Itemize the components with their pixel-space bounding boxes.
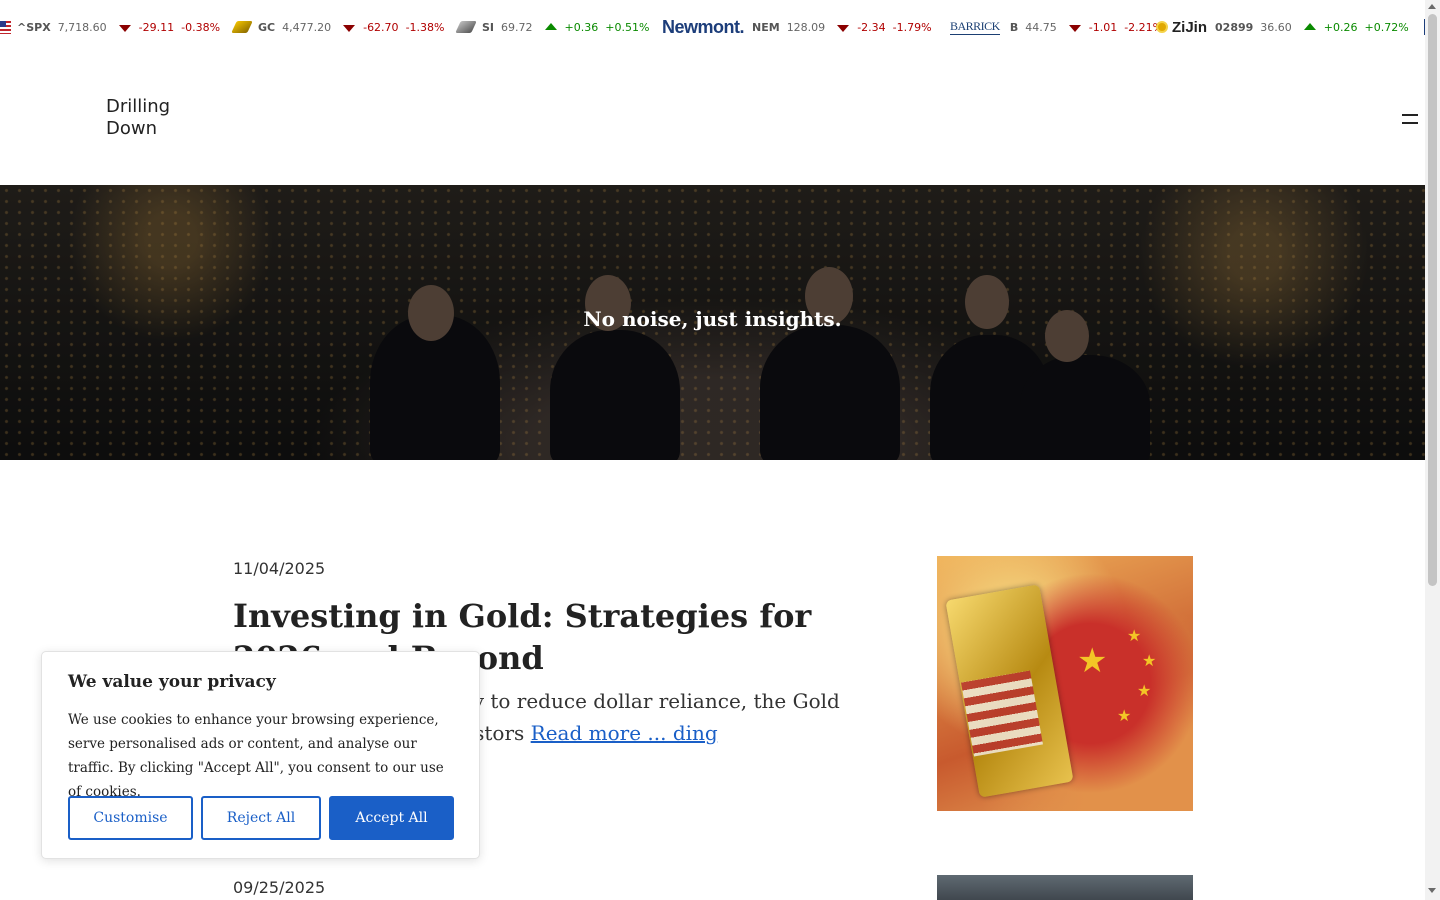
- ticker-percent: +0.51%: [605, 20, 650, 34]
- ticker-price: 69.72: [501, 20, 533, 34]
- up-arrow-icon: [544, 22, 557, 30]
- menu-line: [1402, 122, 1418, 124]
- ticker-percent: -0.38%: [181, 20, 221, 34]
- ticker-percent: +0.72%: [1364, 20, 1409, 34]
- ticker-item-nem[interactable]: Newmont. NEM 128.09 -2.34 -1.79%: [662, 16, 939, 37]
- ticker-change: -29.11: [138, 20, 175, 34]
- ticker-symbol: SI: [482, 20, 495, 34]
- ticker-change: +0.26: [1323, 20, 1358, 34]
- ticker-symbol: GC: [258, 20, 276, 34]
- down-arrow-icon: [837, 25, 850, 32]
- ticker-item-gc[interactable]: GC 4,477.20 -62.70 -1.38%: [231, 18, 451, 36]
- ticker-item-02899[interactable]: ZiJin 02899 36.60 +0.26 +0.72%: [1156, 18, 1416, 36]
- page-scrollbar[interactable]: [1425, 0, 1440, 900]
- ticker-symbol: 02899: [1215, 20, 1254, 34]
- brand-line-1: Drilling: [106, 96, 171, 117]
- ticker-item-si[interactable]: SI 69.72 +0.36 +0.51%: [455, 18, 656, 36]
- ticker-item-b[interactable]: BARRICK B 44.75 -1.01 -2.21%: [950, 18, 1170, 36]
- hero-banner: No noise, just insights.: [0, 185, 1425, 460]
- ticker-price: 36.60: [1260, 20, 1292, 34]
- ticker-percent: -1.38%: [405, 20, 445, 34]
- ticker-price: 128.09: [786, 20, 826, 34]
- up-arrow-icon: [1303, 22, 1316, 30]
- ticker-price: 4,477.20: [282, 20, 332, 34]
- star-icon: ★: [1117, 706, 1132, 725]
- barrick-logo: BARRICK: [950, 19, 1000, 35]
- article-thumbnail[interactable]: ★ ★ ★ ★ ★: [937, 556, 1193, 811]
- zijin-logo-text: ZiJin: [1172, 18, 1208, 36]
- down-arrow-icon: [1068, 25, 1081, 32]
- accept-all-button[interactable]: Accept All: [329, 796, 454, 840]
- star-icon: ★: [1127, 626, 1142, 645]
- down-arrow-icon: [343, 25, 356, 32]
- brand-line-2: Down: [106, 118, 158, 139]
- ticker-change: -62.70: [363, 20, 399, 34]
- article-card: 09/25/2025: [233, 875, 1193, 900]
- cookie-title: We value your privacy: [68, 672, 276, 692]
- ticker-percent: -1.79%: [892, 20, 932, 34]
- ticker-change: -1.01: [1088, 20, 1118, 34]
- stock-ticker: ^SPX 7,718.60 -29.11 -0.38% GC 4,477.20 …: [0, 0, 1425, 54]
- down-arrow-icon: [118, 25, 131, 32]
- customise-button[interactable]: Customise: [68, 796, 193, 840]
- star-icon: ★: [1142, 651, 1157, 670]
- silver-bar-icon: [455, 21, 477, 33]
- zijin-logo: ZiJin: [1156, 19, 1207, 36]
- reject-all-button[interactable]: Reject All: [201, 796, 321, 840]
- ticker-symbol: ^SPX: [17, 20, 51, 34]
- read-more-link[interactable]: Read more ... ding: [531, 721, 718, 745]
- ticker-symbol: NEM: [752, 20, 780, 34]
- hamburger-menu-icon[interactable]: [1402, 110, 1424, 128]
- zijin-dot-icon: [1156, 21, 1168, 33]
- flag-stripes-image: [961, 670, 1043, 757]
- scroll-up-arrow-icon[interactable]: [1428, 4, 1436, 9]
- site-brand[interactable]: Drilling Down: [106, 96, 170, 140]
- ticker-change: +0.36: [564, 20, 599, 34]
- ticker-symbol: B: [1009, 20, 1019, 34]
- cookie-text: We use cookies to enhance your browsing …: [68, 712, 444, 800]
- hero-tagline: No noise, just insights.: [583, 307, 842, 331]
- star-icon: ★: [1137, 681, 1152, 700]
- newmont-logo: Newmont.: [662, 16, 745, 37]
- us-flag-icon: [0, 20, 11, 34]
- gold-bar-icon: [231, 21, 253, 33]
- article-thumbnail[interactable]: [937, 875, 1193, 900]
- ticker-price: 7,718.60: [57, 20, 107, 34]
- cookie-consent-banner: We value your privacy We use cookies to …: [41, 651, 480, 859]
- ticker-change: -2.34: [857, 20, 886, 34]
- scroll-down-arrow-icon[interactable]: [1428, 888, 1436, 893]
- ticker-item-spx[interactable]: ^SPX 7,718.60 -29.11 -0.38%: [0, 18, 227, 36]
- ticker-price: 44.75: [1025, 20, 1057, 34]
- scrollbar-thumb[interactable]: [1428, 14, 1437, 586]
- menu-line: [1402, 114, 1418, 116]
- star-icon: ★: [1077, 641, 1108, 681]
